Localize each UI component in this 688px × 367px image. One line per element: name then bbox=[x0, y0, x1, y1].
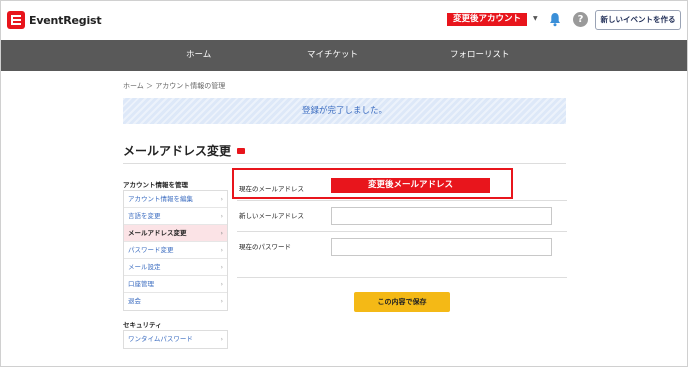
current-password-label: 現在のパスワード bbox=[239, 243, 291, 251]
sidebar-security-menu: ワンタイムパスワード › bbox=[123, 330, 228, 349]
page: EventRegist 変更後アカウント ▼ ? 新しいイベントを作る ホーム … bbox=[0, 0, 688, 367]
title-divider bbox=[123, 163, 566, 164]
sidebar-item-edit-account[interactable]: アカウント情報を編集 › bbox=[124, 191, 227, 208]
badge-icon bbox=[237, 148, 245, 154]
sidebar-item-password-change[interactable]: パスワード変更 › bbox=[124, 242, 227, 259]
sidebar-section-security: セキュリティ bbox=[123, 321, 162, 329]
sidebar-item-label: 言語を変更 bbox=[128, 212, 161, 220]
sidebar-account-menu: アカウント情報を編集 › 言語を変更 › メールアドレス変更 › パスワード変更 › メ… bbox=[123, 190, 228, 311]
sidebar-item-label: アカウント情報を編集 bbox=[128, 195, 193, 203]
current-password-field[interactable] bbox=[331, 238, 552, 256]
chevron-right-icon: › bbox=[220, 281, 223, 288]
page-title: メールアドレス変更 bbox=[123, 144, 232, 158]
sidebar-section-account: アカウント情報を管理 bbox=[123, 181, 188, 189]
new-email-field[interactable] bbox=[331, 207, 552, 225]
main-nav: ホーム マイチケット フォローリスト bbox=[1, 40, 687, 71]
account-menu-button[interactable]: 変更後アカウント bbox=[447, 13, 528, 26]
chevron-right-icon: › bbox=[220, 264, 223, 271]
logo[interactable]: EventRegist bbox=[7, 11, 102, 29]
sidebar-item-email-change[interactable]: メールアドレス変更 › bbox=[124, 225, 227, 242]
chevron-right-icon: › bbox=[220, 213, 223, 220]
sidebar-item-label: メールアドレス変更 bbox=[128, 229, 187, 237]
nav-follow-list[interactable]: フォローリスト bbox=[450, 40, 510, 71]
bell-icon[interactable] bbox=[549, 12, 561, 27]
form-row-new-email: 新しいメールアドレス bbox=[237, 201, 567, 232]
chevron-right-icon: › bbox=[220, 196, 223, 203]
chevron-right-icon: › bbox=[220, 230, 223, 237]
save-button[interactable]: この内容で保存 bbox=[354, 292, 450, 312]
highlight-box bbox=[232, 168, 513, 199]
new-email-label: 新しいメールアドレス bbox=[239, 212, 304, 220]
chevron-right-icon: › bbox=[220, 247, 223, 254]
logo-text: EventRegist bbox=[29, 13, 102, 27]
nav-home[interactable]: ホーム bbox=[186, 40, 211, 71]
sidebar-item-label: 口座管理 bbox=[128, 280, 154, 288]
sidebar-item-label: 退会 bbox=[128, 297, 141, 305]
header: EventRegist 変更後アカウント ▼ ? 新しいイベントを作る bbox=[1, 1, 687, 40]
sidebar-item-language[interactable]: 言語を変更 › bbox=[124, 208, 227, 225]
sidebar-item-bank-account[interactable]: 口座管理 › bbox=[124, 276, 227, 293]
chevron-right-icon: › bbox=[220, 336, 223, 343]
success-notice: 登録が完了しました。 bbox=[123, 98, 566, 124]
breadcrumb[interactable]: ホーム ＞ アカウント情報の管理 bbox=[123, 81, 225, 91]
chevron-right-icon: › bbox=[220, 298, 223, 305]
sidebar-item-one-time-password[interactable]: ワンタイムパスワード › bbox=[124, 331, 227, 348]
sidebar-item-mail-settings[interactable]: メール設定 › bbox=[124, 259, 227, 276]
eventregist-logo-icon bbox=[7, 11, 25, 29]
sidebar-item-label: メール設定 bbox=[128, 263, 161, 271]
chevron-down-icon[interactable]: ▼ bbox=[533, 15, 538, 22]
help-icon[interactable]: ? bbox=[573, 12, 588, 27]
sidebar-item-label: ワンタイムパスワード bbox=[128, 335, 193, 343]
nav-my-tickets[interactable]: マイチケット bbox=[307, 40, 358, 71]
new-event-button[interactable]: 新しいイベントを作る bbox=[595, 10, 681, 30]
sidebar-item-label: パスワード変更 bbox=[128, 246, 174, 254]
form-row-current-password: 現在のパスワード bbox=[237, 232, 567, 278]
sidebar-item-withdraw[interactable]: 退会 › bbox=[124, 293, 227, 310]
